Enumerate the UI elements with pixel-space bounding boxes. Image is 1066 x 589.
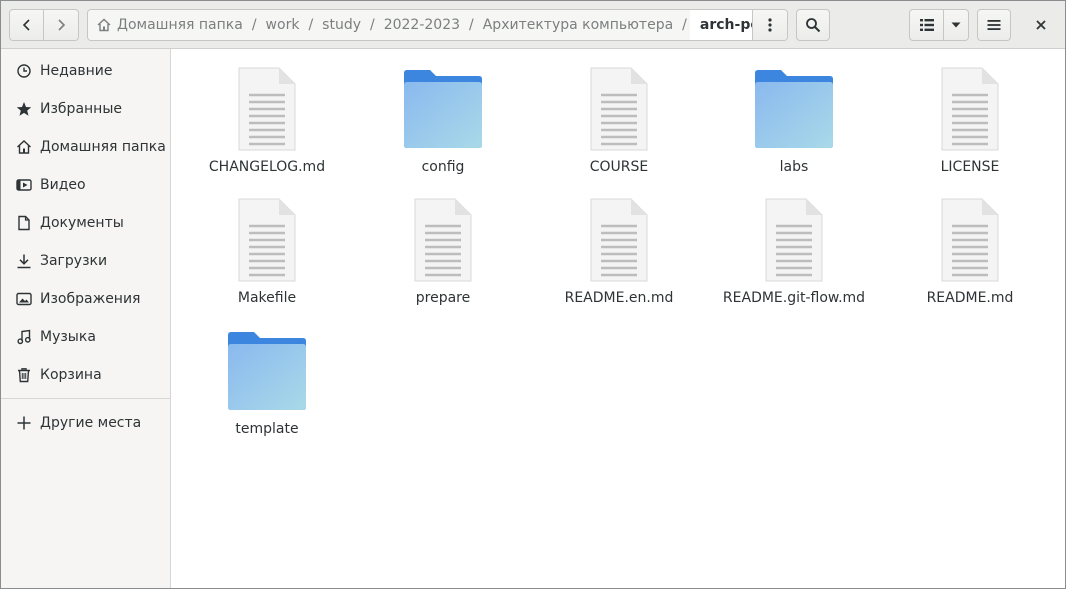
clock-icon xyxy=(16,63,32,79)
sidebar-item-other-locations[interactable]: Другие места xyxy=(1,404,170,442)
breadcrumb-item[interactable]: Архитектура компьютера xyxy=(477,10,679,40)
text-file-icon xyxy=(930,198,1010,282)
file-item[interactable]: labs xyxy=(714,67,874,187)
breadcrumb-item[interactable]: study xyxy=(316,10,367,40)
chevron-down-icon xyxy=(951,22,961,28)
file-grid: CHANGELOG.md config COURSE labs LICENSE xyxy=(172,49,1065,588)
breadcrumb-separator: / xyxy=(682,17,687,33)
file-name: template xyxy=(235,421,299,437)
text-file-icon xyxy=(227,67,307,151)
file-item[interactable]: template xyxy=(187,329,347,449)
file-item[interactable]: COURSE xyxy=(539,67,699,187)
breadcrumb-item[interactable]: 2022-2023 xyxy=(378,10,466,40)
forward-button[interactable] xyxy=(44,9,79,41)
video-icon xyxy=(16,177,32,193)
sidebar-item-label: Другие места xyxy=(40,415,142,431)
view-switcher xyxy=(909,9,969,41)
view-options-button[interactable] xyxy=(944,9,969,41)
breadcrumb-item[interactable]: work xyxy=(260,10,306,40)
star-icon xyxy=(16,101,32,117)
text-file-icon xyxy=(930,67,1010,151)
text-file-icon xyxy=(579,198,659,282)
sidebar-item-trash[interactable]: Корзина xyxy=(1,356,170,394)
sidebar-item-label: Видео xyxy=(40,177,86,193)
download-icon xyxy=(16,253,32,269)
file-name: COURSE xyxy=(589,159,649,175)
breadcrumb-separator: / xyxy=(308,17,314,33)
breadcrumb-home[interactable]: Домашняя папка xyxy=(88,10,249,40)
vertical-dots-icon xyxy=(768,18,772,32)
home-icon xyxy=(16,139,32,155)
file-item[interactable]: prepare xyxy=(363,198,523,318)
file-item[interactable]: LICENSE xyxy=(890,67,1050,187)
sidebar-item-label: Недавние xyxy=(40,63,113,79)
file-name: prepare xyxy=(415,290,471,306)
sidebar-item-label: Документы xyxy=(40,215,124,231)
document-icon xyxy=(16,215,32,231)
close-button[interactable] xyxy=(1025,9,1057,41)
main-menu-button[interactable] xyxy=(977,9,1011,41)
file-manager-window: Домашняя папка / work / study / 2022-202… xyxy=(0,0,1066,589)
sidebar-item-documents[interactable]: Документы xyxy=(1,204,170,242)
back-button[interactable] xyxy=(9,9,44,41)
folder-icon xyxy=(227,329,307,413)
search-button[interactable] xyxy=(796,9,830,41)
close-icon xyxy=(1036,20,1046,30)
header-bar: Домашняя папка / work / study / 2022-202… xyxy=(1,1,1065,49)
home-icon xyxy=(97,18,111,32)
navigation-buttons xyxy=(9,9,79,41)
sidebar: Недавние Избранные Домашняя папка Видео … xyxy=(1,49,171,588)
text-file-icon xyxy=(754,198,834,282)
sidebar-item-pictures[interactable]: Изображения xyxy=(1,280,170,318)
breadcrumb-separator: / xyxy=(251,17,257,33)
breadcrumb-separator: / xyxy=(469,17,474,33)
file-item[interactable]: README.git-flow.md xyxy=(714,198,874,318)
hamburger-icon xyxy=(987,20,1001,30)
file-name: README.git-flow.md xyxy=(722,290,866,306)
file-name: labs xyxy=(779,159,809,175)
text-file-icon xyxy=(579,67,659,151)
sidebar-item-music[interactable]: Музыка xyxy=(1,318,170,356)
text-file-icon xyxy=(227,198,307,282)
file-item[interactable]: config xyxy=(363,67,523,187)
breadcrumb-label: Домашняя папка xyxy=(117,17,243,33)
list-view-icon xyxy=(919,19,934,31)
sidebar-item-label: Музыка xyxy=(40,329,96,345)
file-item[interactable]: CHANGELOG.md xyxy=(187,67,347,187)
sidebar-item-label: Домашняя папка xyxy=(40,139,166,155)
sidebar-divider xyxy=(1,398,170,399)
file-name: README.md xyxy=(926,290,1014,306)
chevron-left-icon xyxy=(22,19,30,31)
list-view-button[interactable] xyxy=(909,9,944,41)
file-name: README.en.md xyxy=(564,290,674,306)
file-name: CHANGELOG.md xyxy=(208,159,326,175)
breadcrumb: Домашняя папка / work / study / 2022-202… xyxy=(87,9,788,41)
folder-icon xyxy=(754,67,834,151)
path-menu-button[interactable] xyxy=(752,10,787,40)
image-icon xyxy=(16,291,32,307)
sidebar-item-downloads[interactable]: Загрузки xyxy=(1,242,170,280)
file-name: config xyxy=(421,159,465,175)
file-item[interactable]: Makefile xyxy=(187,198,347,318)
file-item[interactable]: README.md xyxy=(890,198,1050,318)
file-item[interactable]: README.en.md xyxy=(539,198,699,318)
sidebar-item-label: Загрузки xyxy=(40,253,108,269)
file-name: LICENSE xyxy=(940,159,1000,175)
sidebar-item-recent[interactable]: Недавние xyxy=(1,52,170,90)
sidebar-item-label: Избранные xyxy=(40,101,122,117)
music-icon xyxy=(16,329,32,345)
breadcrumb-separator: / xyxy=(369,17,375,33)
sidebar-item-home[interactable]: Домашняя папка xyxy=(1,128,170,166)
sidebar-item-starred[interactable]: Избранные xyxy=(1,90,170,128)
file-name: Makefile xyxy=(237,290,297,306)
sidebar-item-videos[interactable]: Видео xyxy=(1,166,170,204)
search-icon xyxy=(806,18,821,33)
trash-icon xyxy=(16,367,32,383)
sidebar-item-label: Изображения xyxy=(40,291,141,307)
sidebar-item-label: Корзина xyxy=(40,367,102,383)
chevron-right-icon xyxy=(58,19,66,31)
text-file-icon xyxy=(403,198,483,282)
plus-icon xyxy=(16,415,32,431)
folder-icon xyxy=(403,67,483,151)
